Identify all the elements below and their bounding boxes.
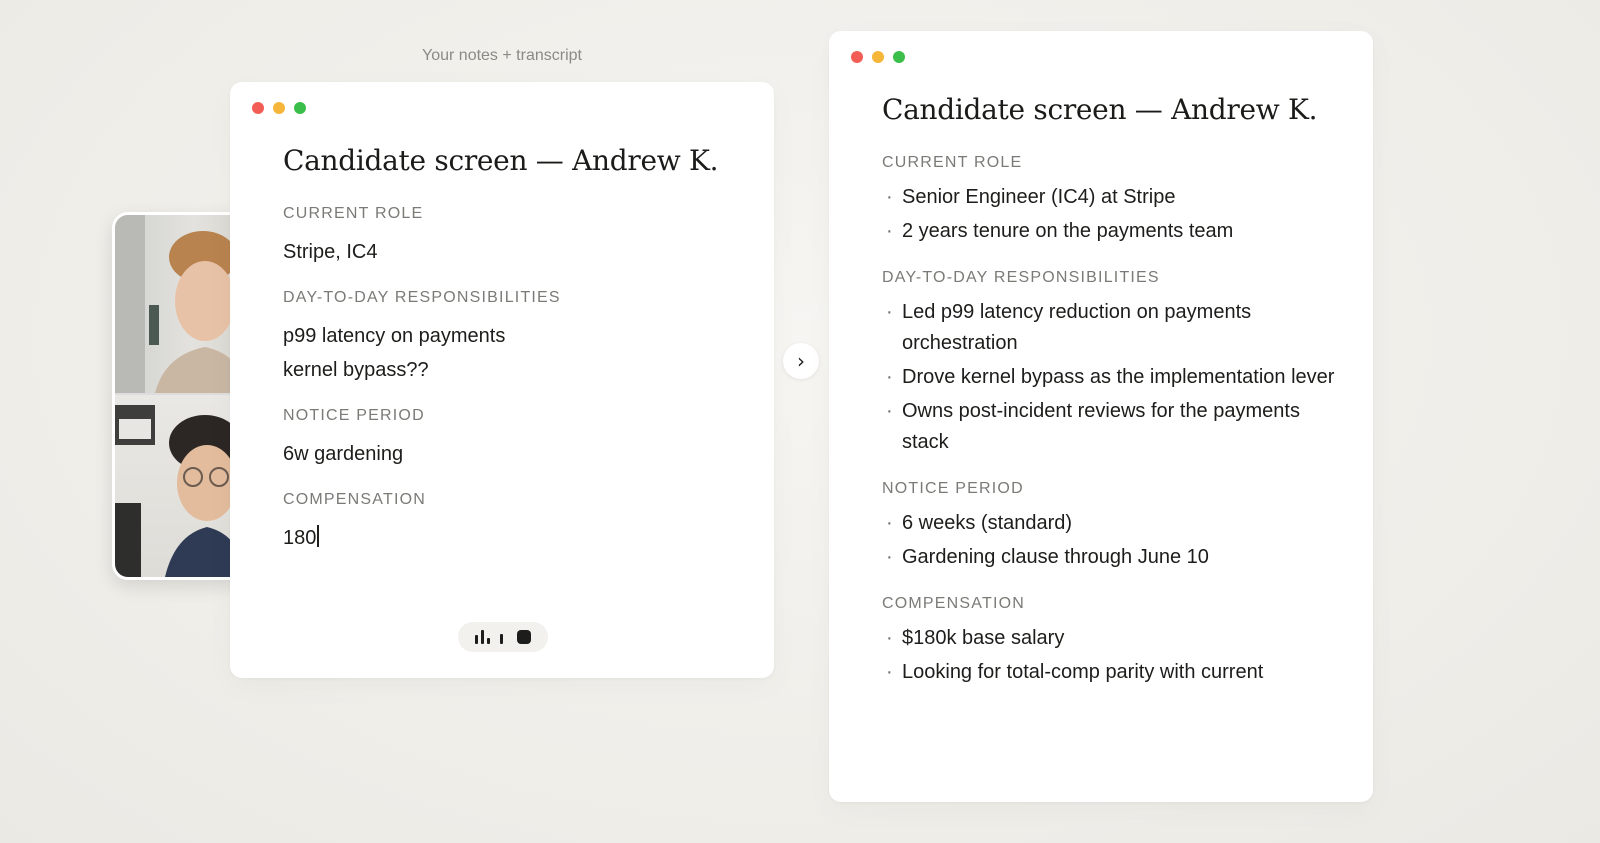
bullet-icon: · [886, 512, 893, 534]
bullet-icon: · [886, 546, 893, 568]
list-item: · 6 weeks (standard) [882, 508, 1343, 539]
stop-recording-icon[interactable] [517, 630, 531, 644]
section-label-notice-period: NOTICE PERIOD [283, 407, 425, 424]
notes-line: 6w gardening [283, 443, 404, 465]
bullet-icon: · [886, 400, 893, 422]
list-item: · Looking for total-comp parity with curr… [882, 657, 1343, 688]
notes-line: Stripe, IC4 [283, 241, 378, 263]
generate-summary-button[interactable]: › [783, 343, 819, 379]
notice-period-list: · 6 weeks (standard) · Gardening clause th… [882, 508, 1343, 573]
enhanced-notes-title: Candidate screen — Andrew K. [882, 93, 1318, 126]
participant-2-avatar-icon [115, 405, 245, 577]
responsibilities-list: · Led p99 latency reduction on payments o… [882, 297, 1343, 458]
section-label-current-role: CURRENT ROLE [882, 154, 1023, 171]
close-dot-icon[interactable] [252, 102, 264, 114]
list-item-text: Looking for total-comp parity with curre… [902, 661, 1264, 683]
notes-current-role[interactable]: Stripe, IC4 [283, 235, 744, 269]
notes-title: Candidate screen — Andrew K. [283, 144, 719, 177]
list-item-text: Drove kernel bypass as the implementatio… [902, 366, 1335, 388]
list-item-text: 6 weeks (standard) [902, 512, 1073, 534]
maximize-dot-icon[interactable] [294, 102, 306, 114]
bullet-icon: · [886, 301, 893, 323]
section-label-compensation: COMPENSATION [882, 595, 1026, 612]
section-label-notice-period: NOTICE PERIOD [882, 480, 1024, 497]
notes-responsibilities[interactable]: p99 latency on payments kernel bypass?? [283, 319, 744, 387]
notes-notice-period[interactable]: 6w gardening [283, 437, 744, 471]
section-label-compensation: COMPENSATION [283, 491, 427, 508]
minimize-dot-icon[interactable] [273, 102, 285, 114]
notes-line: p99 latency on payments [283, 325, 506, 347]
bullet-icon: · [886, 661, 893, 683]
bullet-icon: · [886, 627, 893, 649]
video-tile-participant-2 [115, 395, 245, 577]
bullet-icon: · [886, 366, 893, 388]
notes-line: kernel bypass?? [283, 359, 429, 381]
notes-editor[interactable]: Candidate screen — Andrew K. CURRENT ROL… [283, 144, 744, 575]
enhanced-notes-window[interactable]: Candidate screen — Andrew K. CURRENT ROL… [829, 31, 1373, 802]
section-label-current-role: CURRENT ROLE [283, 205, 424, 222]
minimize-dot-icon[interactable] [872, 51, 884, 63]
chevron-right-icon: › [797, 349, 805, 373]
text-cursor [317, 525, 320, 547]
current-role-list: · Senior Engineer (IC4) at Stripe · 2 year… [882, 182, 1343, 247]
section-label-responsibilities: DAY-TO-DAY RESPONSIBILITIES [882, 269, 1160, 286]
audio-level-icon [475, 630, 503, 644]
participant-1-avatar-icon [115, 215, 245, 393]
list-item: · Gardening clause through June 10 [882, 542, 1343, 573]
bullet-icon: · [886, 186, 893, 208]
window-controls [851, 51, 905, 63]
video-tile-participant-1 [115, 215, 245, 393]
list-item: · Drove kernel bypass as the implementati… [882, 362, 1343, 393]
window-controls [252, 102, 306, 114]
list-item-text: Senior Engineer (IC4) at Stripe [902, 186, 1176, 208]
notes-compensation[interactable]: 180 [283, 521, 744, 555]
video-call-preview[interactable] [112, 212, 248, 580]
list-item: · Senior Engineer (IC4) at Stripe [882, 182, 1343, 213]
recording-controls[interactable] [458, 622, 548, 652]
section-label-responsibilities: DAY-TO-DAY RESPONSIBILITIES [283, 289, 561, 306]
list-item-text: Led p99 latency reduction on payments or… [902, 301, 1252, 354]
notes-window[interactable]: Candidate screen — Andrew K. CURRENT ROL… [230, 82, 774, 678]
list-item: · 2 years tenure on the payments team [882, 216, 1343, 247]
panel-caption: Your notes + transcript [422, 47, 582, 64]
list-item-text: $180k base salary [902, 627, 1065, 649]
enhanced-notes-content: Candidate screen — Andrew K. CURRENT ROL… [882, 93, 1343, 710]
bullet-icon: · [886, 220, 893, 242]
list-item: · Led p99 latency reduction on payments o… [882, 297, 1343, 359]
list-item-text: Owns post-incident reviews for the payme… [902, 400, 1300, 453]
maximize-dot-icon[interactable] [893, 51, 905, 63]
notes-line: 180 [283, 527, 317, 549]
list-item: · $180k base salary [882, 623, 1343, 654]
list-item-text: Gardening clause through June 10 [902, 546, 1209, 568]
compensation-list: · $180k base salary · Looking for total-co… [882, 623, 1343, 688]
list-item: · Owns post-incident reviews for the paym… [882, 396, 1343, 458]
list-item-text: 2 years tenure on the payments team [902, 220, 1234, 242]
close-dot-icon[interactable] [851, 51, 863, 63]
